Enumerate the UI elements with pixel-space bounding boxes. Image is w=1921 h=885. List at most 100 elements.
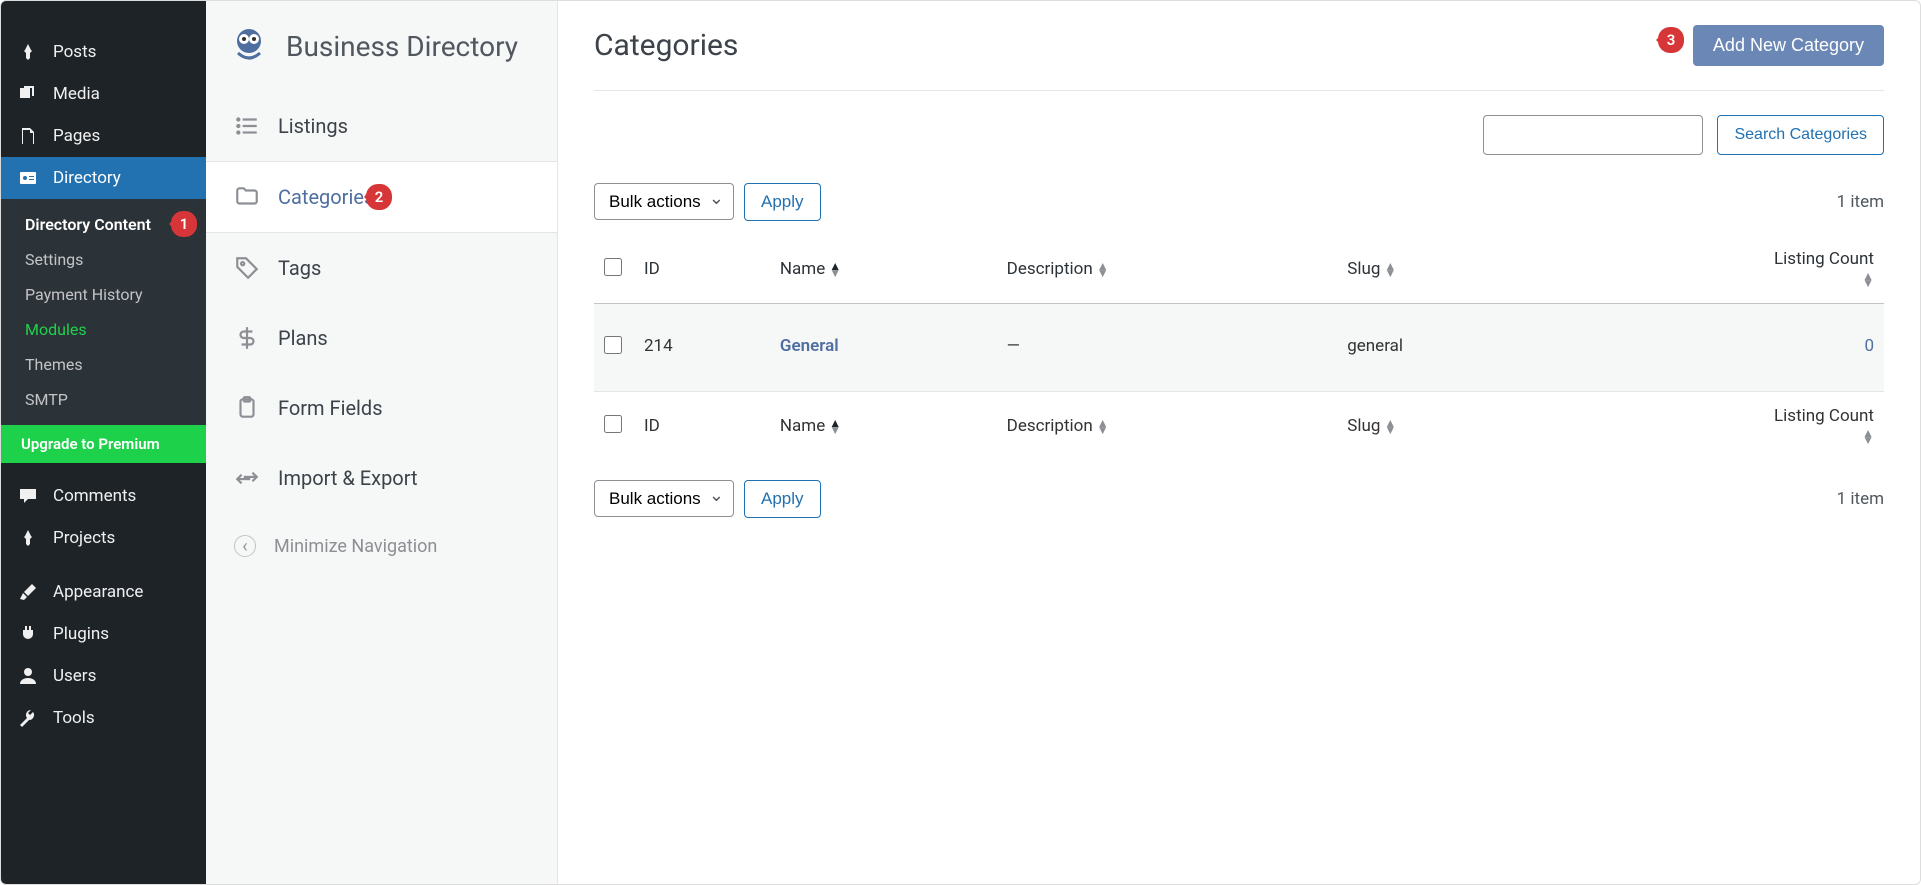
- nav-label: Tags: [278, 256, 321, 280]
- sidebar-label: Projects: [53, 528, 115, 548]
- plug-icon: [17, 623, 39, 645]
- sidebar-label: Appearance: [53, 582, 143, 602]
- sidebar-item-posts[interactable]: Posts: [1, 31, 206, 73]
- bottom-actions-row: Bulk actions Apply 1 item: [594, 480, 1884, 518]
- search-row: Search Categories: [594, 115, 1884, 155]
- list-icon: [234, 113, 260, 139]
- nav-label: Import & Export: [278, 466, 418, 490]
- col-id[interactable]: ID: [634, 235, 770, 304]
- folder-icon: [234, 184, 260, 210]
- sidebar-item-media[interactable]: Media: [1, 73, 206, 115]
- step-badge-3: 3: [1658, 27, 1684, 53]
- search-input[interactable]: [1483, 115, 1703, 155]
- apply-button[interactable]: Apply: [744, 183, 821, 221]
- table-row: 214 General — general 0: [594, 304, 1884, 392]
- subitem-themes[interactable]: Themes: [1, 347, 206, 382]
- bd-title: Business Directory: [286, 30, 518, 63]
- nav-form-fields[interactable]: Form Fields: [206, 373, 557, 443]
- col-name[interactable]: Name▲▼: [770, 392, 997, 461]
- col-listing-count[interactable]: Listing Count▲▼: [1549, 392, 1884, 461]
- transfer-icon: [234, 465, 260, 491]
- dollar-icon: [234, 325, 260, 351]
- comment-icon: [17, 485, 39, 507]
- card-icon: [17, 167, 39, 189]
- subitem-directory-content[interactable]: Directory Content 1: [1, 207, 206, 242]
- nav-categories[interactable]: Categories 2: [206, 161, 557, 233]
- nav-label: Form Fields: [278, 396, 383, 420]
- items-count-bottom: 1 item: [1837, 489, 1884, 509]
- wrench-icon: [17, 707, 39, 729]
- upgrade-button[interactable]: Upgrade to Premium: [1, 425, 206, 463]
- nav-label: Listings: [278, 114, 348, 138]
- step-badge-2: 2: [366, 184, 392, 210]
- pin-icon: [17, 527, 39, 549]
- sidebar-label: Tools: [53, 708, 95, 728]
- main-header: Categories 3 Add New Category: [594, 25, 1884, 91]
- nav-tags[interactable]: Tags: [206, 233, 557, 303]
- clipboard-icon: [234, 395, 260, 421]
- sidebar-label: Posts: [53, 42, 96, 62]
- sidebar-submenu: Directory Content 1 Settings Payment His…: [1, 199, 206, 425]
- items-count: 1 item: [1837, 192, 1884, 212]
- search-categories-button[interactable]: Search Categories: [1717, 115, 1884, 155]
- col-name[interactable]: Name▲▼: [770, 235, 997, 304]
- step-badge-1: 1: [171, 211, 197, 237]
- bd-logo-icon: [228, 25, 270, 67]
- subitem-smtp[interactable]: SMTP: [1, 382, 206, 417]
- nav-plans[interactable]: Plans: [206, 303, 557, 373]
- col-description[interactable]: Description▲▼: [997, 392, 1338, 461]
- sidebar-item-directory[interactable]: Directory: [1, 157, 206, 199]
- bd-nav: Listings Categories 2 Tags Plans Form Fi…: [206, 91, 557, 579]
- subitem-payment-history[interactable]: Payment History: [1, 277, 206, 312]
- subitem-settings[interactable]: Settings: [1, 242, 206, 277]
- select-all-checkbox-footer[interactable]: [604, 415, 622, 433]
- page-title: Categories: [594, 28, 738, 63]
- sidebar-label: Media: [53, 84, 100, 104]
- top-actions-row: Bulk actions Apply 1 item: [594, 183, 1884, 221]
- sidebar-item-pages[interactable]: Pages: [1, 115, 206, 157]
- cell-id: 214: [634, 304, 770, 392]
- select-all-checkbox[interactable]: [604, 258, 622, 276]
- minimize-label: Minimize Navigation: [274, 536, 437, 557]
- main-content: Categories 3 Add New Category Search Cat…: [558, 1, 1920, 884]
- bd-header: Business Directory: [206, 1, 557, 91]
- sidebar-item-projects[interactable]: Projects: [1, 517, 206, 559]
- col-slug[interactable]: Slug▲▼: [1337, 235, 1549, 304]
- col-description[interactable]: Description▲▼: [997, 235, 1338, 304]
- sidebar-label: Comments: [53, 486, 136, 506]
- nav-label: Plans: [278, 326, 328, 350]
- nav-listings[interactable]: Listings: [206, 91, 557, 161]
- subitem-modules[interactable]: Modules: [1, 312, 206, 347]
- bulk-actions-select-bottom[interactable]: Bulk actions: [594, 480, 734, 517]
- sidebar-item-plugins[interactable]: Plugins: [1, 613, 206, 655]
- sidebar-item-users[interactable]: Users: [1, 655, 206, 697]
- bd-sidebar: Business Directory Listings Categories 2…: [206, 1, 558, 884]
- wp-admin-sidebar: Posts Media Pages Directory Directory Co…: [1, 1, 206, 884]
- sidebar-item-tools[interactable]: Tools: [1, 697, 206, 739]
- sidebar-item-appearance[interactable]: Appearance: [1, 571, 206, 613]
- pages-icon: [17, 125, 39, 147]
- col-listing-count[interactable]: Listing Count▲▼: [1549, 235, 1884, 304]
- sidebar-label: Directory: [53, 168, 121, 188]
- add-new-category-button[interactable]: Add New Category: [1693, 25, 1884, 66]
- cell-description: —: [997, 304, 1338, 392]
- sidebar-item-comments[interactable]: Comments: [1, 475, 206, 517]
- nav-import-export[interactable]: Import & Export: [206, 443, 557, 513]
- cell-count-link[interactable]: 0: [1864, 336, 1874, 356]
- cell-name-link[interactable]: General: [780, 336, 839, 356]
- col-slug[interactable]: Slug▲▼: [1337, 392, 1549, 461]
- sidebar-label: Pages: [53, 126, 100, 146]
- apply-button-bottom[interactable]: Apply: [744, 480, 821, 518]
- cell-slug: general: [1337, 304, 1549, 392]
- chevron-left-icon: ‹: [234, 535, 256, 557]
- sidebar-label: Users: [53, 666, 96, 686]
- brush-icon: [17, 581, 39, 603]
- row-checkbox[interactable]: [604, 336, 622, 354]
- col-id[interactable]: ID: [634, 392, 770, 461]
- tag-icon: [234, 255, 260, 281]
- media-icon: [17, 83, 39, 105]
- categories-table: ID Name▲▼ Description▲▼ Slug▲▼ Listing C…: [594, 235, 1884, 460]
- bulk-actions-select[interactable]: Bulk actions: [594, 183, 734, 220]
- user-icon: [17, 665, 39, 687]
- minimize-nav[interactable]: ‹ Minimize Navigation: [206, 513, 557, 579]
